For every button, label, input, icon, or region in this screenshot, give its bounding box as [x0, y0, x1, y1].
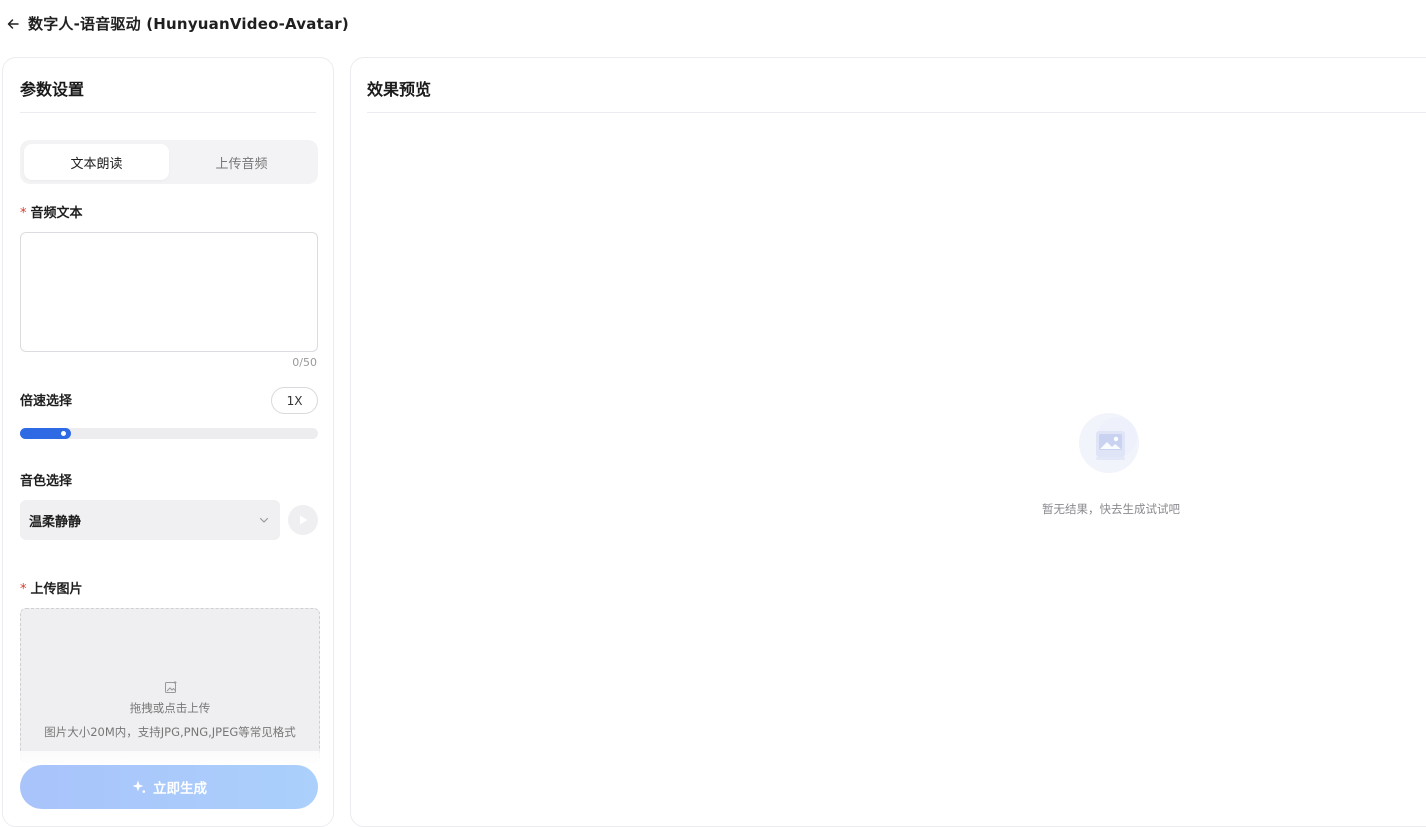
generate-button-label: 立即生成 [153, 781, 207, 797]
audio-text-label-text: 音频文本 [30, 206, 83, 221]
image-upload-icon [164, 679, 178, 693]
speed-value-badge[interactable]: 1X [271, 387, 318, 414]
upload-format-hint: 图片大小20M内，支持JPG,PNG,JPEG等常见格式 [44, 725, 296, 739]
settings-panel: 参数设置 文本朗读 上传音频 * 音频文本 0/50 倍速选择 1X 音色选择 温… [2, 57, 334, 827]
voice-label: 音色选择 [20, 474, 73, 489]
preview-divider [367, 112, 1426, 113]
speed-slider-thumb[interactable] [59, 429, 68, 438]
tab-text-reading[interactable]: 文本朗读 [24, 144, 169, 180]
settings-divider [20, 112, 316, 113]
audio-text-label: * 音频文本 [20, 202, 83, 221]
speed-slider[interactable] [20, 428, 318, 439]
required-mark: * [20, 206, 27, 221]
empty-state-text: 暂无结果，快去生成试试吧 [1042, 502, 1180, 516]
empty-image-icon [1077, 413, 1145, 481]
audio-text-input[interactable] [20, 232, 318, 352]
page-title: 数字人-语音驱动 (HunyuanVideo-Avatar) [28, 14, 349, 33]
settings-title: 参数设置 [20, 80, 85, 99]
speed-label: 倍速选择 [20, 394, 73, 409]
voice-selected-value: 温柔静静 [29, 514, 82, 530]
chevron-down-icon [258, 514, 270, 526]
top-bar: 数字人-语音驱动 (HunyuanVideo-Avatar) [0, 0, 1426, 46]
voice-play-button[interactable] [288, 505, 318, 535]
required-mark: * [20, 582, 27, 597]
arrow-left-icon[interactable] [6, 16, 20, 30]
play-icon [297, 511, 309, 530]
upload-tip: 拖拽或点击上传 [129, 701, 211, 715]
generate-button[interactable]: 立即生成 [20, 765, 318, 809]
input-mode-tabs: 文本朗读 上传音频 [20, 140, 318, 184]
sparkle-icon [131, 779, 147, 795]
preview-panel: 效果预览 暂无结果，快去生成试试吧 [350, 57, 1426, 827]
audio-text-counter: 0/50 [292, 356, 317, 369]
voice-select[interactable]: 温柔静静 [20, 500, 280, 540]
preview-title: 效果预览 [367, 80, 432, 99]
tab-upload-audio[interactable]: 上传音频 [169, 144, 314, 180]
image-upload-label-text: 上传图片 [30, 582, 83, 597]
image-upload-label: * 上传图片 [20, 578, 83, 597]
image-upload-dropzone[interactable]: 拖拽或点击上传 图片大小20M内，支持JPG,PNG,JPEG等常见格式 [20, 608, 320, 763]
